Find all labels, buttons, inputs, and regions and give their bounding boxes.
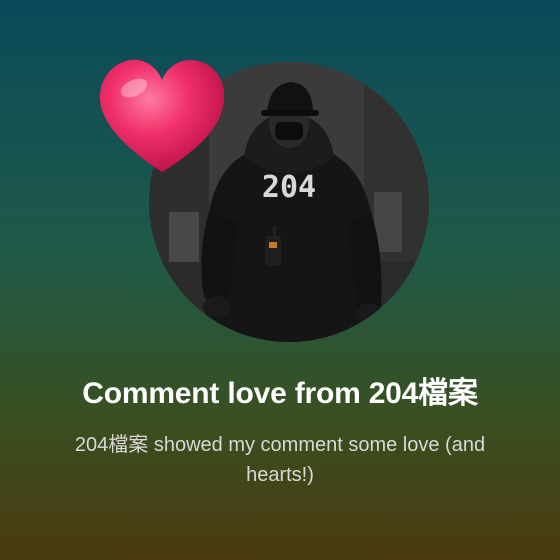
heart-icon (96, 54, 228, 180)
avatar-shirt-number: 204 (262, 170, 316, 205)
card-title: Comment love from 204檔案 (82, 377, 478, 410)
card-subtitle: 204檔案 showed my comment some love (and h… (74, 434, 486, 486)
